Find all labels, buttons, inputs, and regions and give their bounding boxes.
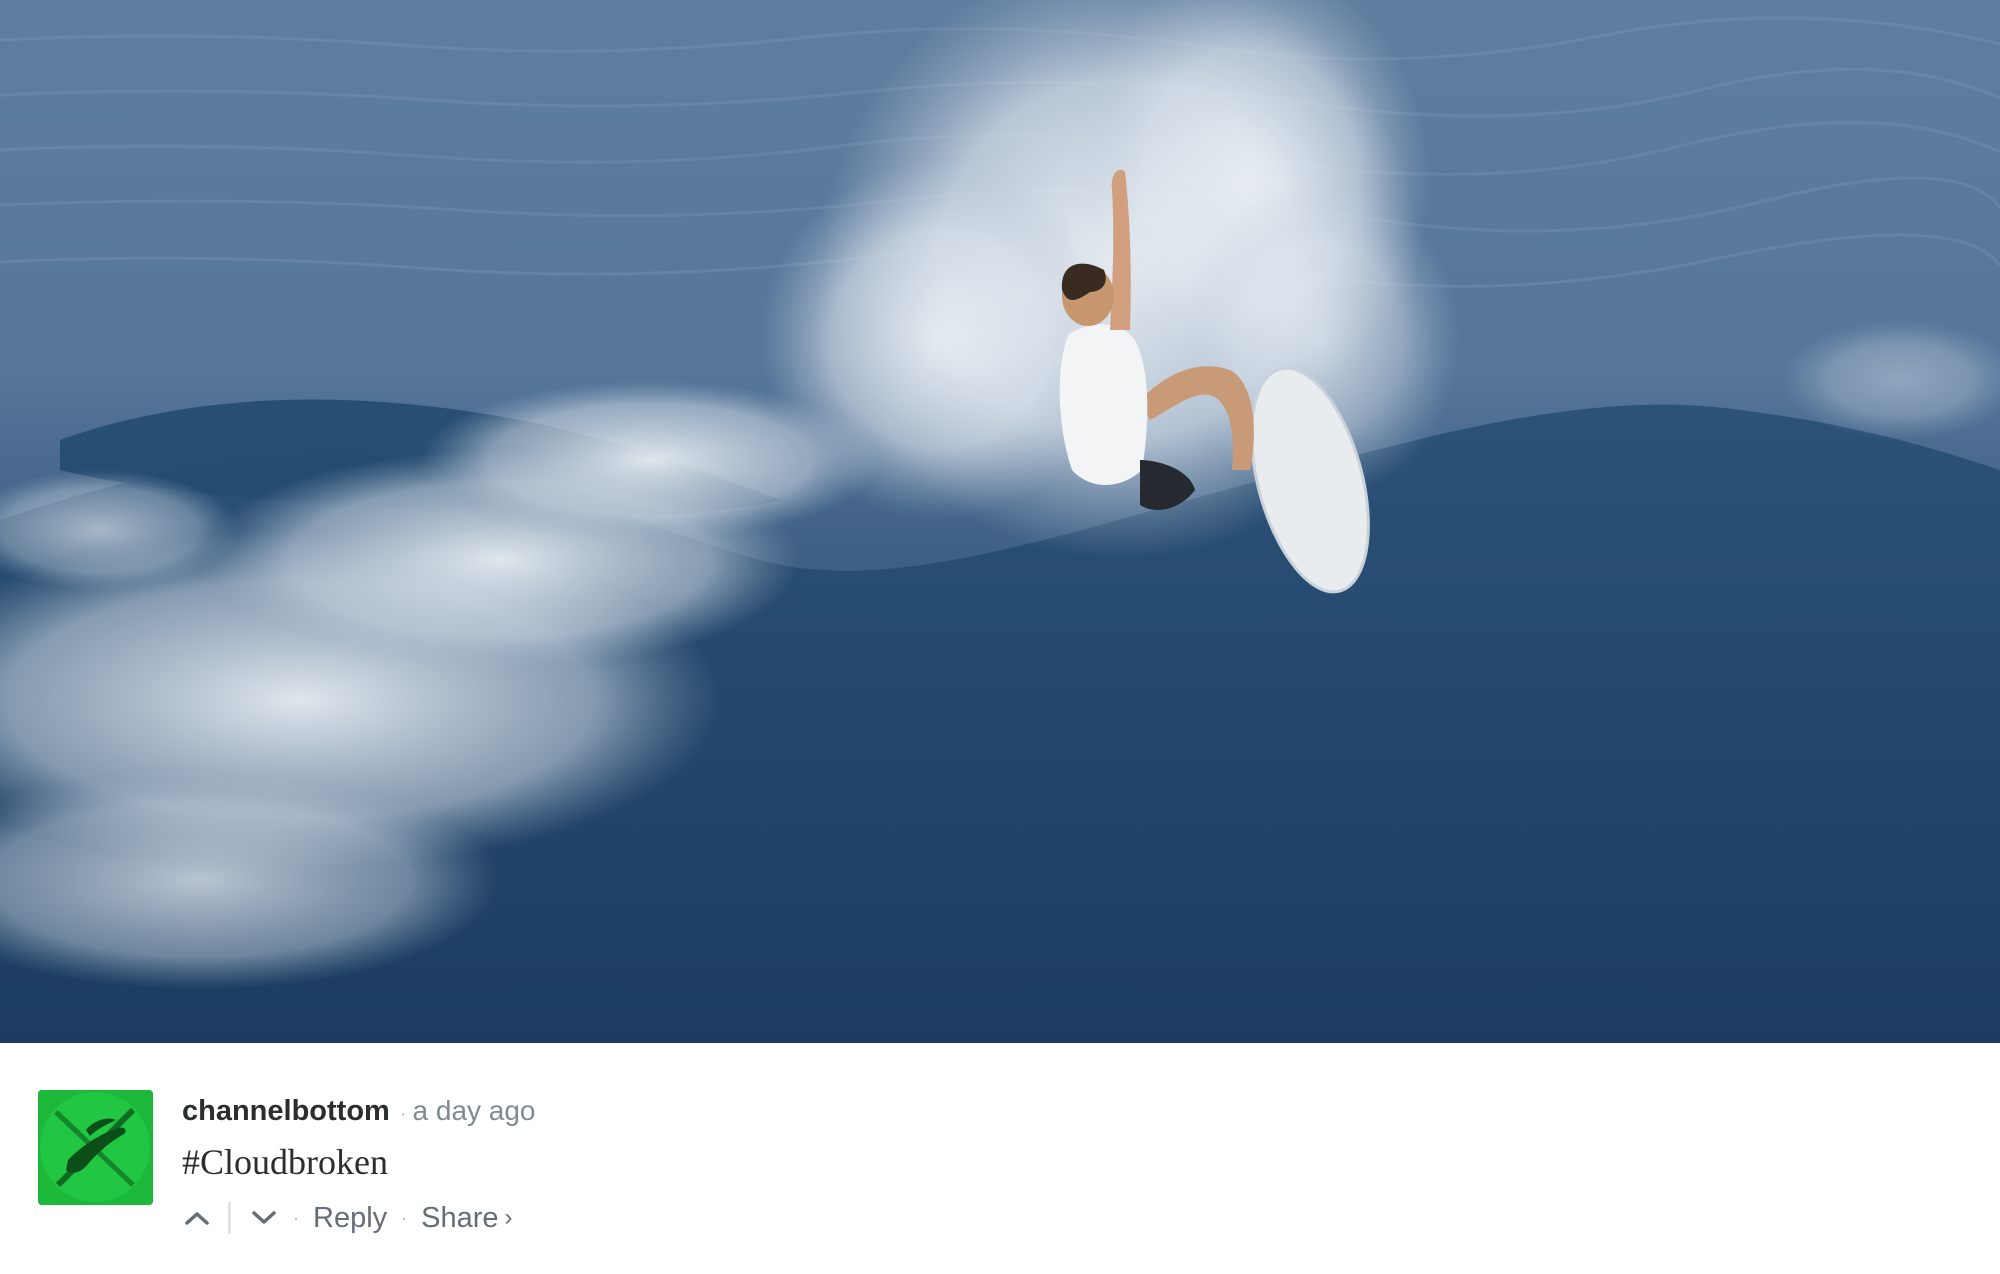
share-button[interactable]: Share <box>421 1202 498 1235</box>
vote-divider <box>228 1202 231 1234</box>
username[interactable]: channelbottom <box>182 1095 390 1128</box>
page: channelbottom · a day ago #Cloudbroken ·… <box>0 0 2000 1274</box>
timestamp[interactable]: a day ago <box>413 1095 536 1127</box>
comment-message: #Cloudbroken <box>182 1142 388 1182</box>
share-chevron-icon[interactable]: › <box>505 1204 513 1232</box>
downvote-button[interactable] <box>249 1198 279 1238</box>
action-separator: · <box>401 1207 408 1228</box>
reply-button[interactable]: Reply <box>313 1202 387 1235</box>
comment-meta: channelbottom · a day ago <box>182 1095 536 1135</box>
surf-photo-drawing <box>0 0 2000 1043</box>
alligator-icon <box>38 1090 153 1205</box>
chevron-down-icon <box>252 1211 276 1224</box>
surf-photo[interactable] <box>0 0 2000 1043</box>
meta-separator: · <box>399 1103 407 1125</box>
comment: channelbottom · a day ago #Cloudbroken ·… <box>0 1043 2000 1274</box>
action-separator: · <box>293 1207 299 1228</box>
avatar[interactable] <box>38 1090 153 1205</box>
chevron-up-icon <box>185 1212 209 1225</box>
upvote-button[interactable] <box>182 1198 212 1238</box>
comment-actions: · Reply · Share › <box>182 1193 513 1243</box>
